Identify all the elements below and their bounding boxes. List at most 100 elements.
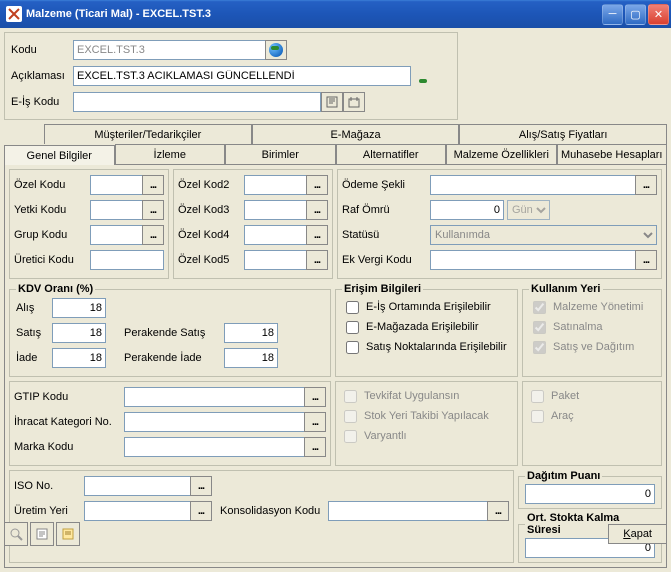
- footer-tool-3[interactable]: [56, 522, 80, 546]
- marka-input[interactable]: [124, 437, 305, 457]
- ozel-kodu-lookup[interactable]: ...: [142, 175, 164, 195]
- grup-kodu-input[interactable]: [90, 225, 143, 245]
- ellipsis-icon: ...: [314, 179, 320, 191]
- tab-birimler[interactable]: Birimler: [225, 144, 336, 164]
- konsol-lookup[interactable]: ...: [487, 501, 509, 521]
- tab-emagaza[interactable]: E-Mağaza: [252, 124, 460, 144]
- ozel-kod3-input[interactable]: [244, 200, 307, 220]
- ozel-kodu-label: Özel Kodu: [14, 179, 90, 191]
- gtip-lookup[interactable]: ...: [304, 387, 326, 407]
- tab-genel[interactable]: Genel Bilgiler: [4, 145, 115, 165]
- iso-input[interactable]: [84, 476, 191, 496]
- eis-input[interactable]: [73, 92, 321, 112]
- gtip-input[interactable]: [124, 387, 305, 407]
- marka-lookup[interactable]: ...: [304, 437, 326, 457]
- uretici-kodu-input[interactable]: [90, 250, 164, 270]
- tabs: Müşteriler/Tedarikçiler E-Mağaza Alış/Sa…: [4, 124, 667, 568]
- ozel-kod5-lookup[interactable]: ...: [306, 250, 328, 270]
- aciklama-label: Açıklaması: [11, 70, 73, 82]
- kodu-input[interactable]: [73, 40, 266, 60]
- mid-right: Paket Araç: [522, 381, 662, 466]
- konsol-input[interactable]: [328, 501, 488, 521]
- tab-body: Özel Kodu... Yetki Kodu... Grup Kodu... …: [4, 164, 667, 568]
- ek-vergi-label: Ek Vergi Kodu: [342, 254, 430, 266]
- close-window-button[interactable]: ✕: [648, 4, 669, 25]
- tevkifat-check: Tevkifat Uygulansın: [340, 386, 513, 406]
- yetki-kodu-lookup[interactable]: ...: [142, 200, 164, 220]
- yetki-kodu-label: Yetki Kodu: [14, 204, 90, 216]
- raf-omru-unit: Gün: [507, 200, 550, 220]
- ellipsis-icon: ...: [314, 204, 320, 216]
- ozel-kod2-input[interactable]: [244, 175, 307, 195]
- eis-label: E-İş Kodu: [11, 96, 73, 108]
- gtip-label: GTIP Kodu: [14, 391, 124, 403]
- statusu-select[interactable]: Kullanımda: [430, 225, 657, 245]
- maximize-button[interactable]: ▢: [625, 4, 646, 25]
- yetki-kodu-input[interactable]: [90, 200, 143, 220]
- iso-lookup[interactable]: ...: [190, 476, 212, 496]
- window-title: Malzeme (Ticari Mal) - EXCEL.TST.3: [26, 8, 602, 20]
- ellipsis-icon: ...: [150, 229, 156, 241]
- kdv-alis-input[interactable]: [52, 298, 106, 318]
- konsol-label: Konsolidasyon Kodu: [220, 505, 328, 517]
- bottom-left: ISO No. ... Üretim Yeri ... Konsolidasyo…: [9, 470, 514, 563]
- aciklama-input[interactable]: [73, 66, 411, 86]
- mid-center: Tevkifat Uygulansın Stok Yeri Takibi Yap…: [335, 381, 518, 466]
- kdv-iade-input[interactable]: [52, 348, 106, 368]
- ellipsis-icon: ...: [150, 179, 156, 191]
- erisim-legend: Erişim Bilgileri: [342, 283, 423, 295]
- erisim-satis-check[interactable]: Satış Noktalarında Erişilebilir: [342, 337, 511, 357]
- uretici-kodu-label: Üretici Kodu: [14, 254, 90, 266]
- tab-musteriler[interactable]: Müşteriler/Tedarikçiler: [44, 124, 252, 144]
- eis-action-2[interactable]: [343, 92, 365, 112]
- ellipsis-icon: ...: [312, 416, 318, 428]
- mid-left: GTIP Kodu... İhracat Kategori No.... Mar…: [9, 381, 331, 466]
- ozel-kodu-input[interactable]: [90, 175, 143, 195]
- tab-ozellikleri[interactable]: Malzeme Özellikleri: [446, 144, 557, 164]
- footer-tool-1[interactable]: [4, 522, 28, 546]
- kullanim-malzeme-check: Malzeme Yönetimi: [529, 297, 655, 317]
- odeme-sekli-input[interactable]: [430, 175, 636, 195]
- iso-label: ISO No.: [14, 480, 84, 492]
- ek-vergi-input[interactable]: [430, 250, 636, 270]
- kdv-satis-input[interactable]: [52, 323, 106, 343]
- grup-kodu-lookup[interactable]: ...: [142, 225, 164, 245]
- ihracat-lookup[interactable]: ...: [304, 412, 326, 432]
- erisim-eis-check[interactable]: E-İş Ortamında Erişilebilir: [342, 297, 511, 317]
- tab-izleme[interactable]: İzleme: [115, 144, 226, 164]
- minimize-button[interactable]: ─: [602, 4, 623, 25]
- col-b: Özel Kod2... Özel Kod3... Özel Kod4... Ö…: [173, 169, 333, 279]
- uretim-input[interactable]: [84, 501, 191, 521]
- tab-muhasebe[interactable]: Muhasebe Hesapları: [557, 144, 668, 164]
- raf-omru-input[interactable]: [430, 200, 504, 220]
- col-a: Özel Kodu... Yetki Kodu... Grup Kodu... …: [9, 169, 169, 279]
- header-panel: Kodu Açıklaması E-İş Kodu: [4, 32, 458, 120]
- dagitim-legend: Dağıtım Puanı: [525, 470, 602, 482]
- footer-tool-2[interactable]: [30, 522, 54, 546]
- ozel-kod4-input[interactable]: [244, 225, 307, 245]
- kdv-perakende-satis-input[interactable]: [224, 323, 278, 343]
- eis-action-1[interactable]: [321, 92, 343, 112]
- odeme-sekli-lookup[interactable]: ...: [635, 175, 657, 195]
- ellipsis-icon: ...: [312, 441, 318, 453]
- ellipsis-icon: ...: [314, 229, 320, 241]
- marka-label: Marka Kodu: [14, 441, 124, 453]
- uretim-lookup[interactable]: ...: [190, 501, 212, 521]
- globe-icon: [269, 43, 283, 57]
- dagitim-input[interactable]: [525, 484, 655, 504]
- ozel-kod5-input[interactable]: [244, 250, 307, 270]
- ellipsis-icon: ...: [312, 391, 318, 403]
- kodu-lookup-button[interactable]: [265, 40, 287, 60]
- tab-alternatifler[interactable]: Alternatifler: [336, 144, 447, 164]
- ihracat-input[interactable]: [124, 412, 305, 432]
- tab-alissatis[interactable]: Alış/Satış Fiyatları: [459, 124, 667, 144]
- erisim-emagaza-check[interactable]: E-Mağazada Erişilebilir: [342, 317, 511, 337]
- ozel-kod2-lookup[interactable]: ...: [306, 175, 328, 195]
- ellipsis-icon: ...: [643, 254, 649, 266]
- kapat-button[interactable]: Kapat: [608, 524, 667, 544]
- kdv-perakende-iade-input[interactable]: [224, 348, 278, 368]
- kdv-fieldset: KDV Oranı (%) Alış Satış Perakende Satış…: [9, 283, 331, 377]
- ek-vergi-lookup[interactable]: ...: [635, 250, 657, 270]
- ozel-kod3-lookup[interactable]: ...: [306, 200, 328, 220]
- ozel-kod4-lookup[interactable]: ...: [306, 225, 328, 245]
